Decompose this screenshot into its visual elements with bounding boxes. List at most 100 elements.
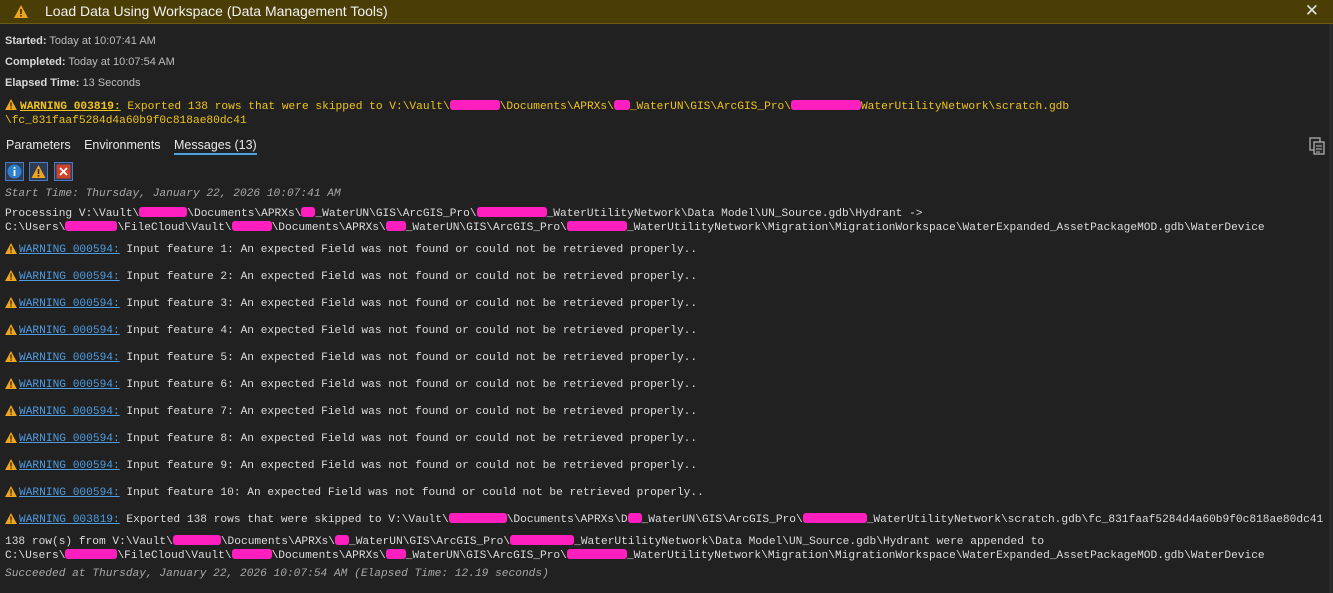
redacted bbox=[448, 513, 507, 523]
tab-parameters[interactable]: Parameters bbox=[6, 138, 71, 152]
completed-value: Today at 10:07:54 AM bbox=[68, 56, 175, 68]
appended-line: 138 row(s) from V:\Vault\ \Documents\APRX… bbox=[5, 535, 1044, 548]
msg-text: Input feature 8: An expected Field was n… bbox=[119, 433, 698, 445]
succeeded-line: Succeeded at Thursday, January 22, 2026 … bbox=[5, 568, 549, 580]
warning-text: _WaterUN\GIS\ArcGIS_Pro\ bbox=[629, 101, 791, 113]
msg-text: \Documents\APRXs\ bbox=[271, 222, 386, 234]
msg-text: _WaterUtilityNetwork\Data Model\UN_Sourc… bbox=[574, 536, 1045, 548]
redacted bbox=[139, 207, 188, 217]
warning-message: WARNING 003819: Exported 138 rows that w… bbox=[5, 513, 1323, 528]
warning-message: WARNING 000594: Input feature 8: An expe… bbox=[5, 432, 697, 447]
redacted bbox=[231, 221, 272, 231]
redacted bbox=[566, 549, 627, 559]
messages-panel: Start Time: Thursday, January 22, 2026 1… bbox=[5, 187, 1323, 580]
warning-icon bbox=[5, 297, 17, 308]
warning-message: WARNING 000594: Input feature 3: An expe… bbox=[5, 297, 697, 312]
warning-message: WARNING 000594: Input feature 7: An expe… bbox=[5, 405, 697, 420]
appended-line: C:\Users\ \FileCloud\Vault\ \Documents\APR… bbox=[5, 549, 1265, 562]
redacted bbox=[449, 100, 500, 110]
warning-code[interactable]: WARNING 000594: bbox=[19, 379, 120, 391]
msg-text: Input feature 9: An expected Field was n… bbox=[119, 460, 698, 472]
redacted bbox=[334, 535, 349, 545]
warning-code[interactable]: WARNING 000594: bbox=[19, 352, 120, 364]
copy-icon[interactable] bbox=[1309, 137, 1325, 155]
warning-icon bbox=[5, 324, 17, 335]
warning-icon bbox=[5, 243, 17, 254]
msg-text: C:\Users\ bbox=[5, 550, 66, 562]
close-icon[interactable]: ✕ bbox=[1305, 1, 1319, 21]
window-title: Load Data Using Workspace (Data Manageme… bbox=[45, 3, 388, 19]
started-value: Today at 10:07:41 AM bbox=[49, 35, 156, 47]
error-filter-button[interactable] bbox=[53, 162, 73, 181]
top-warning: WARNING 003819: Exported 138 rows that w… bbox=[5, 99, 1069, 128]
msg-text: Exported 138 rows that were skipped to V… bbox=[119, 514, 449, 526]
tab-messages[interactable]: Messages (13) bbox=[174, 138, 257, 155]
warning-filter-button[interactable] bbox=[29, 162, 49, 181]
warning-code[interactable]: WARNING 000594: bbox=[19, 298, 120, 310]
warning-code[interactable]: WARNING 000594: bbox=[19, 487, 120, 499]
started-row: Started: Today at 10:07:41 AM bbox=[5, 35, 156, 47]
warning-message: WARNING 000594: Input feature 5: An expe… bbox=[5, 351, 697, 366]
warning-message: WARNING 000594: Input feature 1: An expe… bbox=[5, 243, 697, 258]
warning-icon bbox=[5, 486, 17, 497]
info-filter-button[interactable] bbox=[5, 162, 24, 181]
msg-text: _WaterUtilityNetwork\Data Model\UN_Sourc… bbox=[546, 208, 923, 220]
title-bar: Load Data Using Workspace (Data Manageme… bbox=[0, 0, 1333, 24]
msg-text: _WaterUN\GIS\ArcGIS_Pro\ bbox=[348, 536, 511, 548]
completed-label: Completed: bbox=[5, 56, 66, 68]
redacted bbox=[510, 535, 575, 545]
start-time: Start Time: Thursday, January 22, 2026 1… bbox=[5, 188, 341, 200]
warning-icon bbox=[5, 378, 17, 389]
warning-message: WARNING 000594: Input feature 9: An expe… bbox=[5, 459, 697, 474]
redacted bbox=[802, 513, 867, 523]
redacted bbox=[172, 535, 221, 545]
msg-text: _WaterUN\GIS\ArcGIS_Pro\ bbox=[405, 550, 567, 562]
completed-row: Completed: Today at 10:07:54 AM bbox=[5, 56, 175, 68]
msg-text: \Documents\APRXs\ bbox=[220, 536, 335, 548]
warning-code[interactable]: WARNING 000594: bbox=[19, 325, 120, 337]
msg-text: \Documents\APRXs\ bbox=[187, 208, 302, 220]
warning-code[interactable]: WARNING 003819: bbox=[19, 514, 120, 526]
msg-text: \FileCloud\Vault\ bbox=[117, 222, 232, 234]
warning-icon bbox=[5, 513, 17, 524]
msg-text: Processing V:\Vault\ bbox=[5, 208, 140, 220]
warning-code[interactable]: WARNING 000594: bbox=[19, 433, 120, 445]
warning-icon bbox=[5, 432, 17, 443]
msg-text: _WaterUN\GIS\ArcGIS_Pro\ bbox=[315, 208, 477, 220]
redacted bbox=[627, 513, 642, 523]
warning-icon bbox=[31, 165, 46, 178]
warning-code[interactable]: WARNING 003819: bbox=[20, 101, 121, 113]
tab-bar: Parameters Environments Messages (13) bbox=[6, 138, 267, 155]
warning-text: \fc_831faaf5284d4a60b9f0c818ae80dc41 bbox=[5, 115, 247, 127]
msg-text: C:\Users\ bbox=[5, 222, 66, 234]
warning-code[interactable]: WARNING 000594: bbox=[19, 460, 120, 472]
started-label: Started: bbox=[5, 35, 47, 47]
redacted bbox=[65, 221, 118, 231]
redacted bbox=[231, 549, 272, 559]
msg-text: Input feature 2: An expected Field was n… bbox=[119, 271, 698, 283]
warning-icon bbox=[14, 5, 28, 18]
msg-text: Input feature 5: An expected Field was n… bbox=[119, 352, 698, 364]
msg-text: Input feature 4: An expected Field was n… bbox=[119, 325, 698, 337]
info-icon bbox=[7, 164, 22, 179]
msg-text: Input feature 10: An expected Field was … bbox=[119, 487, 704, 499]
msg-text: _WaterUN\GIS\ArcGIS_Pro\ bbox=[641, 514, 803, 526]
warning-code[interactable]: WARNING 000594: bbox=[19, 406, 120, 418]
msg-text: Input feature 6: An expected Field was n… bbox=[119, 379, 698, 391]
warning-icon bbox=[5, 270, 17, 281]
warning-text: \Documents\APRXs\ bbox=[499, 101, 614, 113]
warning-code[interactable]: WARNING 000594: bbox=[19, 271, 120, 283]
warning-icon bbox=[5, 459, 17, 470]
elapsed-label: Elapsed Time: bbox=[5, 77, 80, 89]
message-filters bbox=[5, 162, 74, 181]
tab-environments[interactable]: Environments bbox=[84, 138, 160, 152]
redacted bbox=[385, 549, 406, 559]
warning-message: WARNING 000594: Input feature 4: An expe… bbox=[5, 324, 697, 339]
scrollbar[interactable] bbox=[1329, 24, 1333, 593]
processing-line: C:\Users\ \FileCloud\Vault\ \Documents\APR… bbox=[5, 221, 1265, 234]
warning-code[interactable]: WARNING 000594: bbox=[19, 244, 120, 256]
redacted bbox=[385, 221, 406, 231]
msg-text: Input feature 1: An expected Field was n… bbox=[119, 244, 698, 256]
msg-text: _WaterUtilityNetwork\Migration\Migration… bbox=[626, 550, 1265, 562]
msg-text: _WaterUN\GIS\ArcGIS_Pro\ bbox=[405, 222, 567, 234]
